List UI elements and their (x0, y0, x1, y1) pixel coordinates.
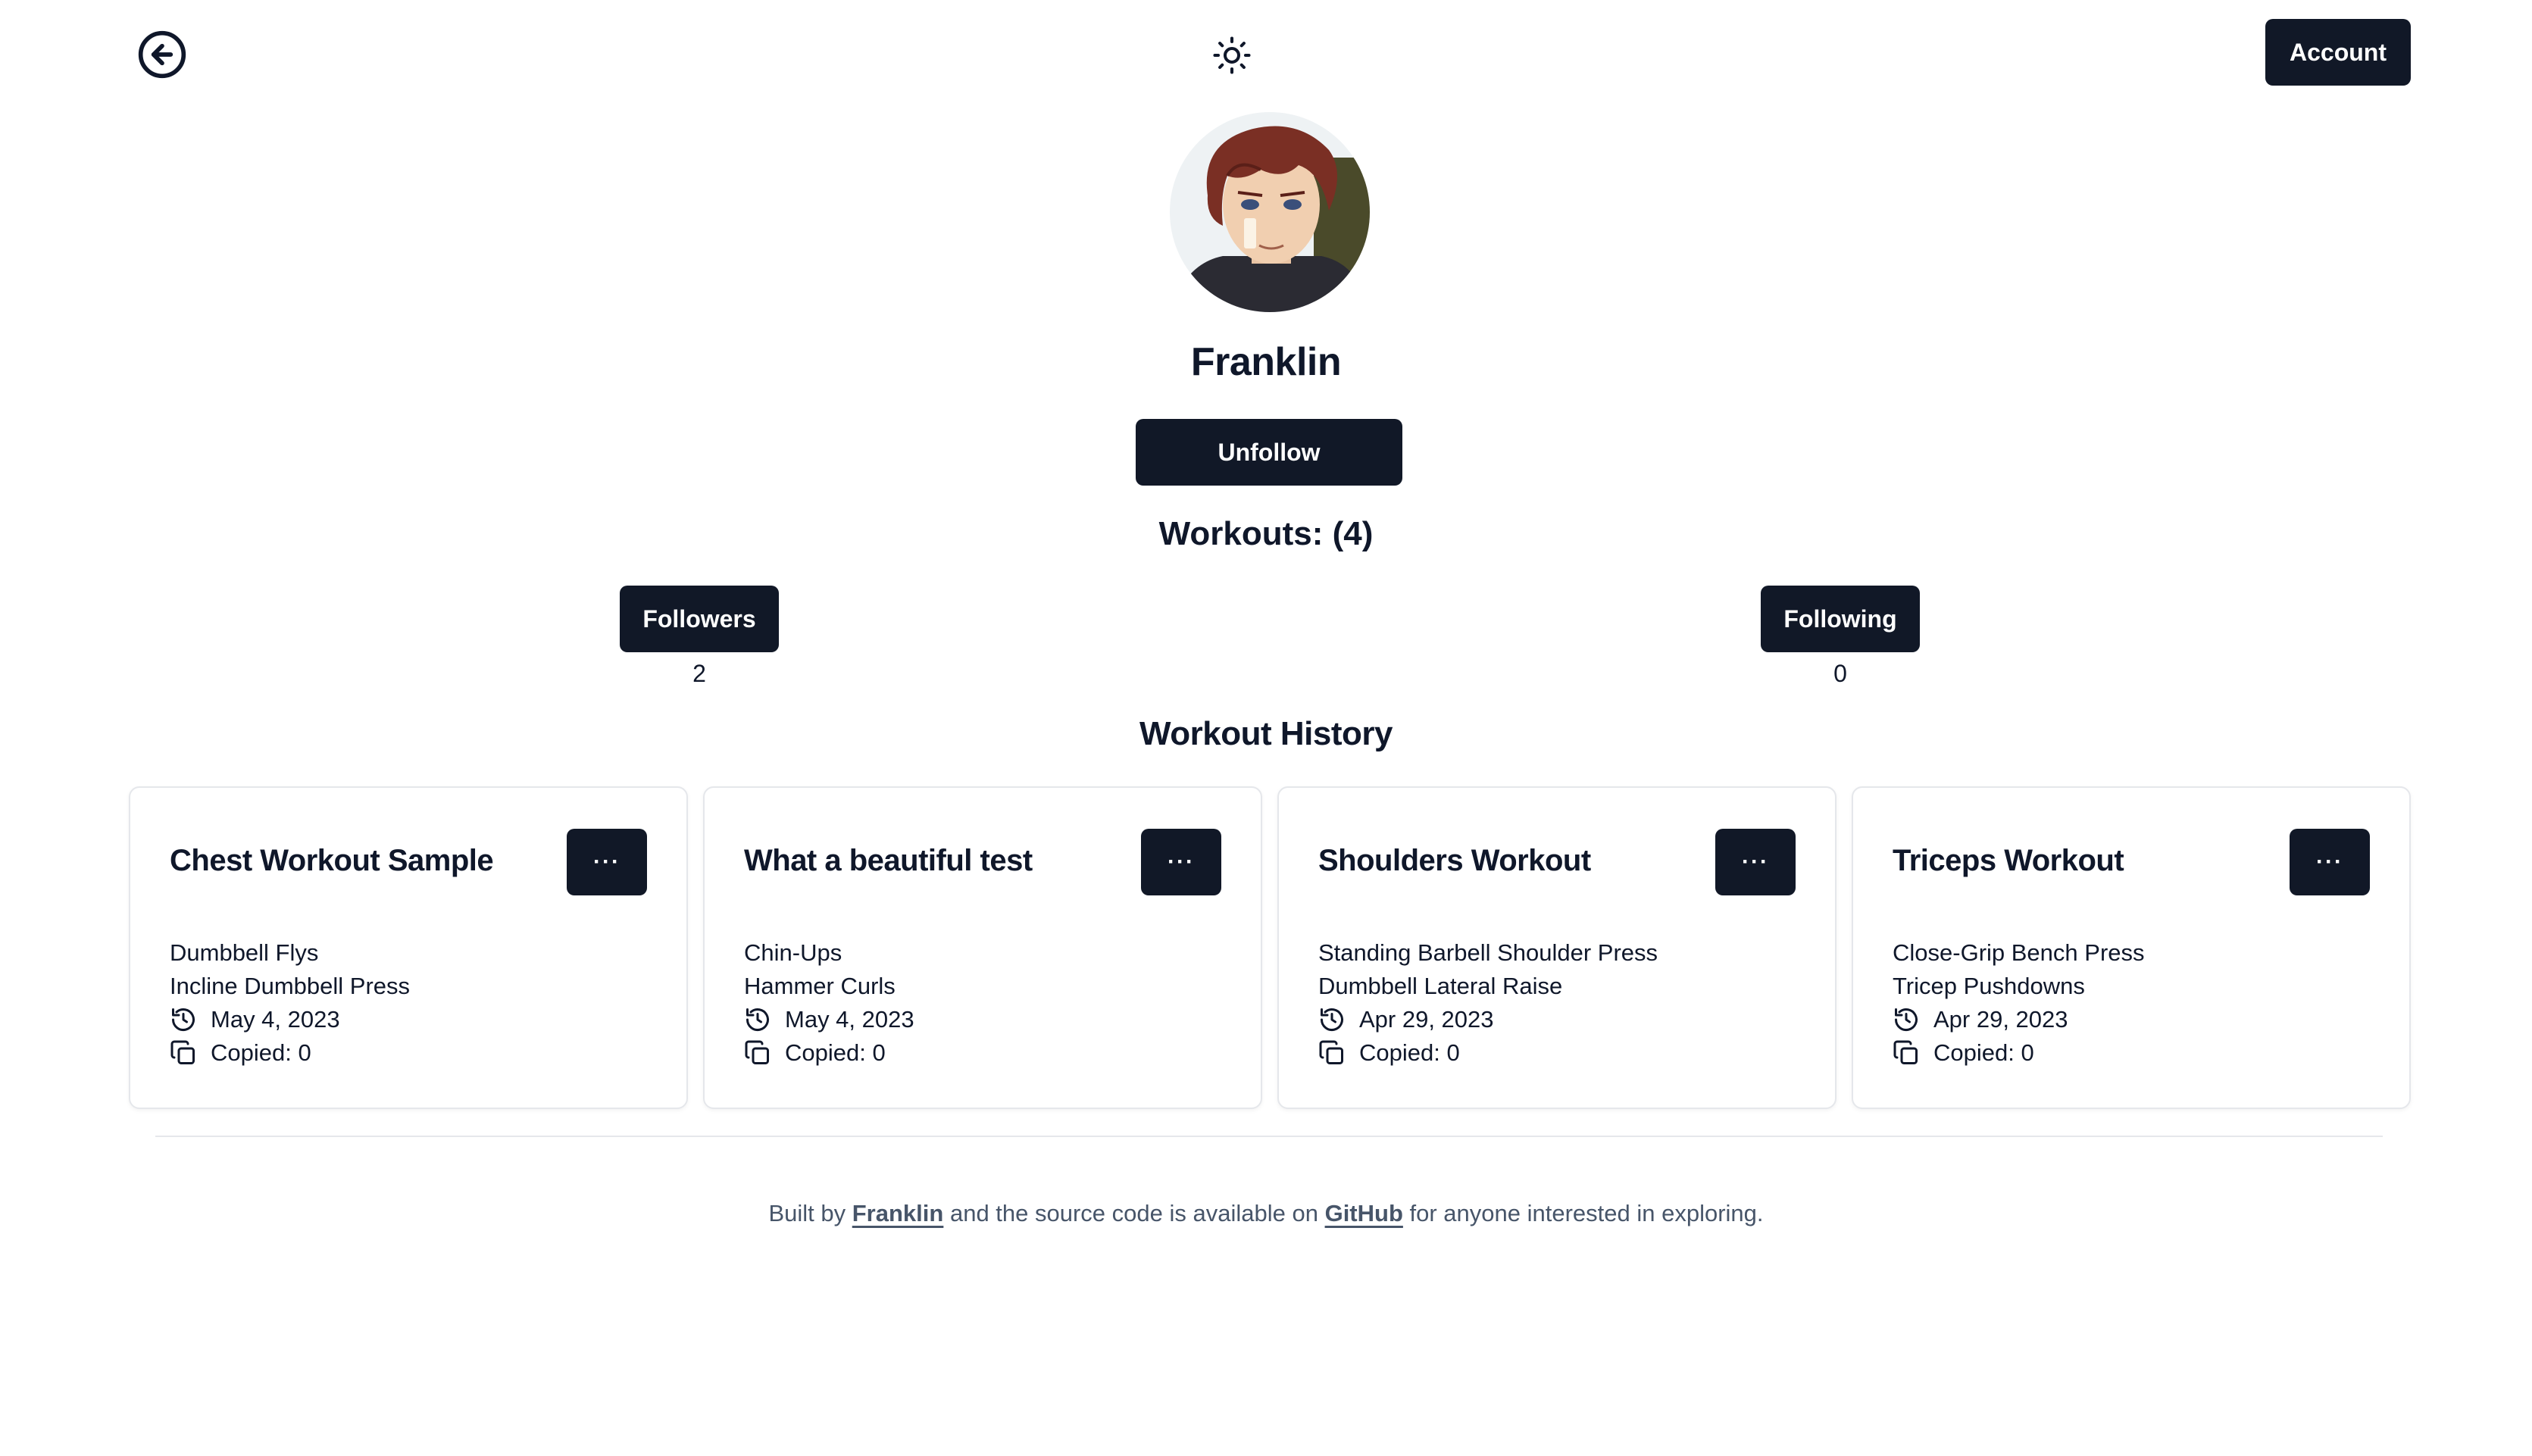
avatar (1170, 112, 1370, 312)
sun-icon (1213, 36, 1251, 74)
copy-icon (1893, 1039, 1920, 1067)
workout-card[interactable]: Shoulders Workout ··· Standing Barbell S… (1277, 786, 1836, 1109)
history-icon (170, 1006, 197, 1033)
unfollow-button[interactable]: Unfollow (1136, 419, 1402, 486)
profile-page: Account Franklin Unfollow Workouts: (4) … (0, 0, 2532, 1456)
history-icon (744, 1006, 771, 1033)
workout-copied-text: Copied: 0 (1933, 1039, 2034, 1066)
workout-date-text: Apr 29, 2023 (1933, 1006, 2068, 1033)
followers-count: 2 (692, 660, 706, 687)
workout-card-title: Chest Workout Sample (170, 844, 494, 877)
exercise-item: Tricep Pushdowns (1893, 973, 2085, 999)
workout-copied-text: Copied: 0 (1359, 1039, 1460, 1066)
workout-options-button[interactable]: ··· (1141, 829, 1221, 895)
workouts-count: Workouts: (4) (1158, 515, 1374, 552)
workout-card-title: What a beautiful test (744, 844, 1033, 877)
history-icon (1318, 1006, 1346, 1033)
history-icon (1893, 1006, 1920, 1033)
theme-toggle-button[interactable] (1210, 33, 1254, 77)
profile-name: Franklin (1190, 340, 1342, 384)
copy-icon (1318, 1039, 1346, 1067)
followers-button[interactable]: Followers (620, 586, 779, 652)
workout-options-button[interactable]: ··· (2290, 829, 2370, 895)
exercise-item: Dumbbell Lateral Raise (1318, 973, 1563, 999)
workout-card[interactable]: What a beautiful test ··· Chin-Ups Hamme… (703, 786, 1262, 1109)
workout-card-title: Triceps Workout (1893, 844, 2124, 877)
copy-icon (744, 1039, 771, 1067)
exercise-item: Standing Barbell Shoulder Press (1318, 939, 1658, 966)
exercise-item: Chin-Ups (744, 939, 842, 966)
footer: Built by Franklin and the source code is… (0, 1200, 2532, 1227)
workout-date: Apr 29, 2023 (1893, 1003, 2145, 1036)
account-button[interactable]: Account (2265, 19, 2411, 86)
footer-text: and the source code is available on (943, 1200, 1325, 1226)
arrow-left-circle-icon (138, 30, 186, 79)
footer-text: for anyone interested in exploring. (1402, 1200, 1764, 1226)
workout-options-button[interactable]: ··· (567, 829, 647, 895)
exercise-item: Hammer Curls (744, 973, 896, 999)
workout-card-body: Chin-Ups Hammer Curls May 4, 2023 Copied… (744, 936, 914, 1070)
exercise-item: Incline Dumbbell Press (170, 973, 411, 999)
workout-date: Apr 29, 2023 (1318, 1003, 1658, 1036)
workout-card-body: Dumbbell Flys Incline Dumbbell Press May… (170, 936, 410, 1070)
workout-copied: Copied: 0 (744, 1036, 914, 1070)
copy-icon (170, 1039, 197, 1067)
workout-card-list: Chest Workout Sample ··· Dumbbell Flys I… (129, 786, 2411, 1109)
workout-date: May 4, 2023 (744, 1003, 914, 1036)
footer-text: Built by (768, 1200, 852, 1226)
workout-options-button[interactable]: ··· (1715, 829, 1796, 895)
workout-copied-text: Copied: 0 (211, 1039, 311, 1066)
workout-date: May 4, 2023 (170, 1003, 410, 1036)
exercise-item: Close-Grip Bench Press (1893, 939, 2145, 966)
author-link[interactable]: Franklin (852, 1200, 944, 1226)
workout-copied: Copied: 0 (170, 1036, 410, 1070)
workout-date-text: May 4, 2023 (211, 1006, 340, 1033)
workout-card-body: Close-Grip Bench Press Tricep Pushdowns … (1893, 936, 2145, 1070)
workout-card[interactable]: Triceps Workout ··· Close-Grip Bench Pre… (1852, 786, 2411, 1109)
followers-stat: Followers 2 (620, 586, 779, 688)
workout-copied-text: Copied: 0 (785, 1039, 886, 1066)
footer-divider (155, 1136, 2383, 1137)
exercise-item: Dumbbell Flys (170, 939, 319, 966)
workout-history-title: Workout History (1139, 715, 1393, 752)
following-count: 0 (1833, 660, 1847, 687)
workout-card[interactable]: Chest Workout Sample ··· Dumbbell Flys I… (129, 786, 688, 1109)
back-button[interactable] (136, 29, 188, 80)
workout-copied: Copied: 0 (1893, 1036, 2145, 1070)
workout-card-body: Standing Barbell Shoulder Press Dumbbell… (1318, 936, 1658, 1070)
following-stat: Following 0 (1761, 586, 1920, 688)
workout-copied: Copied: 0 (1318, 1036, 1658, 1070)
workout-date-text: May 4, 2023 (785, 1006, 914, 1033)
github-link[interactable]: GitHub (1325, 1200, 1403, 1226)
workout-date-text: Apr 29, 2023 (1359, 1006, 1494, 1033)
workout-card-title: Shoulders Workout (1318, 844, 1591, 877)
following-button[interactable]: Following (1761, 586, 1920, 652)
